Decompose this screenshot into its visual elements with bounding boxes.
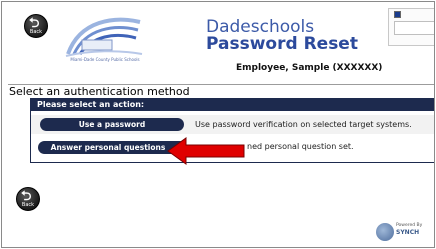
- powered-by-label: Powered By: [396, 223, 423, 228]
- use-password-description: Use password verification on selected ta…: [195, 120, 412, 129]
- answer-questions-button[interactable]: Answer personal questions: [38, 141, 186, 154]
- corner-icon: [394, 11, 401, 18]
- page-frame: ⮌ Back Miami-Dade County Public Schools …: [1, 1, 435, 248]
- back-button-bottom[interactable]: ⮌ Back: [16, 187, 40, 211]
- use-password-button[interactable]: Use a password: [40, 118, 184, 131]
- corner-widget: [388, 8, 434, 46]
- synch-logo-icon: [376, 223, 394, 241]
- page-title: Password Reset: [206, 34, 358, 54]
- answer-questions-description: ned personal question set.: [247, 142, 354, 151]
- section-title: Select an authentication method: [9, 85, 190, 98]
- back-button-label: Back: [21, 202, 35, 208]
- back-button[interactable]: ⮌ Back: [24, 14, 48, 38]
- user-display: Employee, Sample (XXXXXX): [236, 63, 383, 73]
- powered-by-badge: Powered By SYNCH: [374, 221, 434, 243]
- panel-title: Please select an action:: [31, 99, 434, 111]
- red-arrow-annotation-icon: [167, 137, 245, 165]
- back-button-label: Back: [29, 29, 43, 35]
- org-caption: Miami-Dade County Public Schools: [70, 57, 140, 62]
- vendor-name: SYNCH: [396, 229, 420, 236]
- corner-field[interactable]: [394, 21, 434, 35]
